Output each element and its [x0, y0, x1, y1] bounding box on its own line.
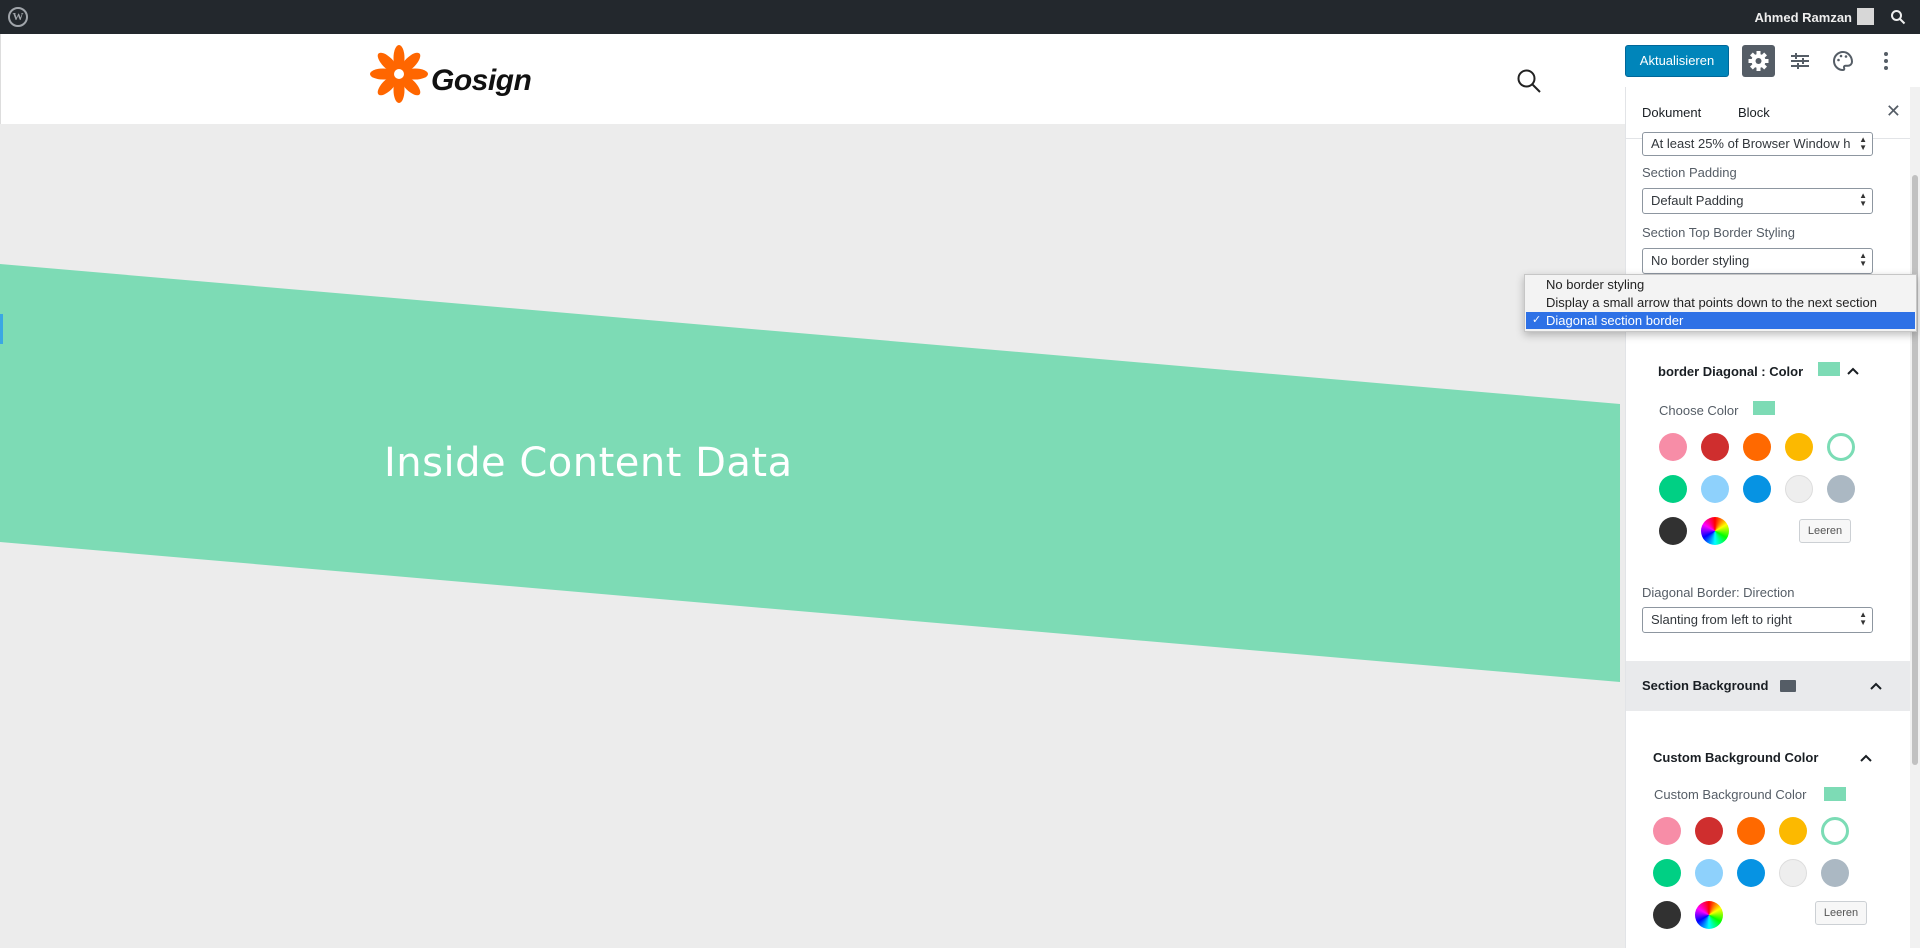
- admin-bar: W Ahmed Ramzan: [0, 0, 1920, 34]
- settings-sidebar: Dokument Block ✕ At least 25% of Browser…: [1625, 87, 1910, 948]
- logo-text: Gosign: [431, 64, 532, 97]
- section-padding-select[interactable]: Default Padding ▲ ▼: [1642, 188, 1873, 214]
- diagonal-section-band[interactable]: [0, 124, 1620, 948]
- dropdown-option[interactable]: No border styling: [1526, 276, 1915, 293]
- bg-swatch-light-gray[interactable]: [1779, 859, 1807, 887]
- bg-swatch-orange[interactable]: [1737, 817, 1765, 845]
- color-swatch-black[interactable]: [1659, 517, 1687, 545]
- custom-bg-panel-title[interactable]: Custom Background Color: [1653, 750, 1818, 765]
- site-logo[interactable]: Gosign: [369, 42, 532, 112]
- top-border-select[interactable]: No border styling ▲ ▼: [1642, 248, 1873, 274]
- color-swatch-selected[interactable]: [1827, 433, 1855, 461]
- section-padding-label: Section Padding: [1642, 165, 1737, 180]
- min-height-select[interactable]: At least 25% of Browser Window h ▲ ▼: [1642, 132, 1873, 156]
- dropdown-option[interactable]: Display a small arrow that points down t…: [1526, 294, 1915, 311]
- tab-block[interactable]: Block: [1738, 105, 1770, 120]
- current-color-swatch: [1818, 362, 1840, 376]
- sidebar-scrollbar-thumb[interactable]: [1912, 175, 1918, 765]
- select-arrows-icon: ▲ ▼: [1859, 251, 1867, 268]
- bg-swatch-gray[interactable]: [1821, 859, 1849, 887]
- section-background-panel-header[interactable]: Section Background: [1626, 661, 1910, 711]
- chevron-up-icon[interactable]: [1846, 364, 1860, 378]
- search-icon[interactable]: [1890, 9, 1906, 25]
- section-background-title: Section Background: [1642, 678, 1769, 693]
- border-color-panel-title[interactable]: border Diagonal : Color: [1658, 364, 1803, 379]
- clear-color-button[interactable]: Leeren: [1799, 519, 1851, 543]
- more-vertical-icon[interactable]: [1874, 49, 1898, 73]
- chevron-up-icon: [1870, 682, 1882, 690]
- bg-swatch-black[interactable]: [1653, 901, 1681, 929]
- block-selection-indicator: [0, 314, 3, 344]
- section-heading[interactable]: Inside Content Data: [384, 440, 793, 486]
- min-height-value: At least 25% of Browser Window h: [1651, 136, 1851, 151]
- avatar[interactable]: [1857, 8, 1874, 25]
- bg-swatch-pale-pink[interactable]: [1653, 817, 1681, 845]
- direction-label: Diagonal Border: Direction: [1642, 585, 1795, 600]
- color-swatch-pale-pink[interactable]: [1659, 433, 1687, 461]
- border-style-dropdown[interactable]: No border styling Display a small arrow …: [1524, 274, 1917, 332]
- gear-icon: [1748, 51, 1769, 71]
- color-swatch-light-gray[interactable]: [1785, 475, 1813, 503]
- bg-swatch-pale-cyan[interactable]: [1695, 859, 1723, 887]
- search-icon[interactable]: [1516, 68, 1542, 94]
- choose-color-swatch: [1753, 401, 1775, 415]
- close-icon[interactable]: ✕: [1886, 101, 1901, 122]
- select-arrows-icon: ▲ ▼: [1859, 191, 1867, 208]
- checkmark-icon: ✓: [1532, 314, 1542, 326]
- bg-swatch-green[interactable]: [1653, 859, 1681, 887]
- select-arrows-icon: ▲ ▼: [1859, 135, 1867, 152]
- custom-bg-label: Custom Background Color: [1654, 787, 1807, 802]
- clear-bg-color-button[interactable]: Leeren: [1815, 901, 1867, 925]
- bg-swatch-selected[interactable]: [1821, 817, 1849, 845]
- chevron-up-icon[interactable]: [1859, 751, 1873, 765]
- custom-bg-swatch: [1824, 787, 1846, 801]
- editor-canvas[interactable]: Inside Content Data: [0, 124, 1620, 948]
- color-swatch-orange[interactable]: [1743, 433, 1771, 461]
- dropdown-option-label: Diagonal section border: [1546, 313, 1684, 328]
- tab-document[interactable]: Dokument: [1642, 105, 1701, 120]
- flower-logo-icon: [370, 45, 428, 103]
- color-swatch-blue[interactable]: [1743, 475, 1771, 503]
- direction-value: Slanting from left to right: [1651, 612, 1792, 627]
- palette-icon[interactable]: [1831, 49, 1855, 73]
- color-swatch-green[interactable]: [1659, 475, 1687, 503]
- section-padding-value: Default Padding: [1651, 193, 1744, 208]
- user-name[interactable]: Ahmed Ramzan: [1754, 10, 1852, 25]
- choose-color-label: Choose Color: [1659, 403, 1739, 418]
- sliders-icon[interactable]: [1788, 49, 1812, 73]
- bg-custom-color-picker-icon[interactable]: [1695, 901, 1723, 929]
- top-border-label: Section Top Border Styling: [1642, 225, 1795, 240]
- color-swatch-vivid-red[interactable]: [1701, 433, 1729, 461]
- site-header: Gosign: [0, 34, 1625, 124]
- bg-swatch-vivid-red[interactable]: [1695, 817, 1723, 845]
- update-button[interactable]: Aktualisieren: [1625, 45, 1729, 77]
- bg-swatch-blue[interactable]: [1737, 859, 1765, 887]
- settings-button[interactable]: [1742, 45, 1775, 77]
- bg-swatch-amber[interactable]: [1779, 817, 1807, 845]
- color-swatch-amber[interactable]: [1785, 433, 1813, 461]
- folder-icon: [1780, 680, 1796, 692]
- wordpress-logo-icon[interactable]: W: [8, 7, 28, 27]
- dropdown-option-selected[interactable]: ✓ Diagonal section border: [1526, 312, 1915, 329]
- color-swatch-gray[interactable]: [1827, 475, 1855, 503]
- select-arrows-icon: ▲ ▼: [1859, 610, 1867, 627]
- direction-select[interactable]: Slanting from left to right ▲ ▼: [1642, 607, 1873, 633]
- color-swatch-pale-cyan[interactable]: [1701, 475, 1729, 503]
- custom-color-picker-icon[interactable]: [1701, 517, 1729, 545]
- top-border-value: No border styling: [1651, 253, 1750, 268]
